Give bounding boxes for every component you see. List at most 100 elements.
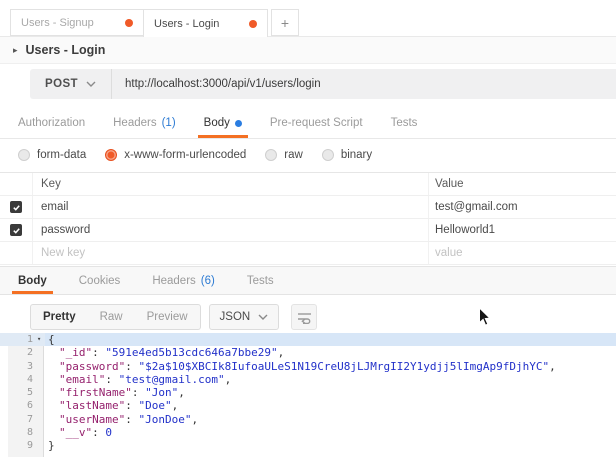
response-tab-headers[interactable]: Headers (6) bbox=[148, 267, 219, 294]
tab-label: Authorization bbox=[18, 117, 85, 129]
line-number: 3 bbox=[8, 360, 37, 373]
tab-label: Body bbox=[18, 275, 47, 287]
collapse-caret-icon[interactable]: ▸ bbox=[13, 45, 18, 56]
response-headers-count-badge: (6) bbox=[201, 275, 215, 287]
param-value-input[interactable]: test@gmail.com bbox=[429, 196, 616, 218]
radio-icon bbox=[322, 149, 334, 161]
method-dropdown[interactable]: POST bbox=[30, 69, 112, 99]
radio-label: x-www-form-urlencoded bbox=[124, 149, 246, 161]
code-line: 3 "password": "$2a$10$XBCIk8IufoaULeS1N1… bbox=[0, 360, 616, 373]
radio-icon bbox=[18, 149, 30, 161]
headers-count-badge: (1) bbox=[162, 117, 176, 129]
tab-tests[interactable]: Tests bbox=[387, 108, 422, 138]
body-filled-indicator-dot bbox=[235, 120, 242, 127]
line-number: 8 bbox=[8, 426, 37, 439]
code-line: 7 "userName": "JonDoe", bbox=[0, 413, 616, 426]
method-label: POST bbox=[45, 78, 78, 90]
row-enabled-checkbox[interactable] bbox=[10, 201, 22, 213]
param-key-input[interactable]: password bbox=[33, 219, 429, 241]
line-number: 7 bbox=[8, 413, 37, 426]
response-subtabs: Body Cookies Headers (6) Tests bbox=[0, 266, 616, 295]
new-value-input[interactable]: value bbox=[429, 242, 616, 264]
radio-raw[interactable]: raw bbox=[265, 149, 303, 161]
tab-label: Headers bbox=[113, 117, 156, 129]
new-tab-button[interactable]: + bbox=[271, 9, 299, 36]
tab-authorization[interactable]: Authorization bbox=[14, 108, 89, 138]
request-tab-users-signup[interactable]: Users - Signup bbox=[10, 9, 143, 36]
code-line: 4 "email": "test@gmail.com", bbox=[0, 373, 616, 386]
tab-body[interactable]: Body bbox=[200, 108, 246, 138]
code-line: 1 ▾ { bbox=[0, 333, 616, 346]
request-url-bar: POST http://localhost:3000/api/v1/users/… bbox=[30, 69, 616, 99]
pretty-button[interactable]: Pretty bbox=[31, 305, 88, 329]
tab-label: Users - Login bbox=[154, 18, 241, 30]
unsaved-indicator-dot bbox=[125, 19, 133, 27]
unsaved-indicator-dot bbox=[249, 20, 257, 28]
request-header-row: ▸ Users - Login bbox=[0, 37, 616, 64]
urlencoded-params-table: Key Value email test@gmail.com password … bbox=[0, 172, 616, 265]
line-number: 9 bbox=[8, 439, 37, 452]
chevron-down-icon bbox=[86, 81, 96, 87]
table-new-row: New key value bbox=[0, 242, 616, 265]
request-subtabs: Authorization Headers (1) Body Pre-reque… bbox=[0, 108, 616, 139]
radio-label: binary bbox=[341, 149, 372, 161]
mouse-cursor bbox=[478, 307, 491, 327]
code-line: 6 "lastName": "Doe", bbox=[0, 399, 616, 412]
key-column-header: Key bbox=[33, 173, 429, 195]
fold-caret-icon[interactable]: ▾ bbox=[37, 333, 46, 346]
radio-x-www-form-urlencoded[interactable]: x-www-form-urlencoded bbox=[105, 149, 246, 161]
new-key-input[interactable]: New key bbox=[33, 242, 429, 264]
response-tab-cookies[interactable]: Cookies bbox=[75, 267, 125, 294]
preview-button[interactable]: Preview bbox=[135, 305, 200, 329]
tab-label: Body bbox=[204, 117, 230, 129]
line-number: 2 bbox=[8, 346, 37, 359]
header-checkbox-cell bbox=[0, 173, 33, 195]
tab-headers[interactable]: Headers (1) bbox=[109, 108, 180, 138]
value-column-header: Value bbox=[429, 173, 616, 195]
raw-button[interactable]: Raw bbox=[88, 305, 135, 329]
tab-pre-request-script[interactable]: Pre-request Script bbox=[266, 108, 367, 138]
response-body-editor[interactable]: 1 ▾ { 2 "_id": "591e4ed5b13cdc646a7bbe29… bbox=[0, 333, 616, 457]
body-type-selector: form-data x-www-form-urlencoded raw bina… bbox=[0, 139, 616, 171]
param-value-input[interactable]: Helloworld1 bbox=[429, 219, 616, 241]
response-tab-tests[interactable]: Tests bbox=[243, 267, 278, 294]
radio-label: form-data bbox=[37, 149, 86, 161]
format-label: JSON bbox=[220, 311, 251, 323]
tab-label: Tests bbox=[391, 117, 418, 129]
check-icon bbox=[12, 226, 21, 235]
line-number: 4 bbox=[8, 373, 37, 386]
radio-selected-icon bbox=[105, 149, 117, 161]
response-tab-body[interactable]: Body bbox=[14, 267, 51, 294]
view-mode-segmented-control: Pretty Raw Preview bbox=[30, 304, 201, 330]
line-number: 5 bbox=[8, 386, 37, 399]
radio-binary[interactable]: binary bbox=[322, 149, 372, 161]
check-icon bbox=[12, 203, 21, 212]
tab-label: Headers bbox=[152, 275, 195, 287]
radio-label: raw bbox=[284, 149, 303, 161]
table-row: password Helloworld1 bbox=[0, 219, 616, 242]
request-title: Users - Login bbox=[26, 43, 106, 57]
radio-icon bbox=[265, 149, 277, 161]
url-input[interactable]: http://localhost:3000/api/v1/users/login bbox=[112, 78, 321, 90]
wrap-text-button[interactable] bbox=[291, 304, 317, 330]
radio-form-data[interactable]: form-data bbox=[18, 149, 86, 161]
code-line: 9 } bbox=[0, 439, 616, 452]
row-enabled-checkbox[interactable] bbox=[10, 224, 22, 236]
table-header-row: Key Value bbox=[0, 173, 616, 196]
chevron-down-icon bbox=[258, 314, 268, 320]
request-tab-users-login[interactable]: Users - Login bbox=[143, 9, 268, 37]
code-line: 2 "_id": "591e4ed5b13cdc646a7bbe29", bbox=[0, 346, 616, 359]
tab-label: Tests bbox=[247, 275, 274, 287]
tab-label: Users - Signup bbox=[21, 17, 117, 29]
wrap-text-icon bbox=[297, 311, 312, 324]
request-tab-strip: Users - Signup Users - Login + bbox=[0, 0, 616, 37]
code-line: 5 "firstName": "Jon", bbox=[0, 386, 616, 399]
tab-label: Cookies bbox=[79, 275, 121, 287]
tab-label: Pre-request Script bbox=[270, 117, 363, 129]
line-number: 6 bbox=[8, 399, 37, 412]
table-row: email test@gmail.com bbox=[0, 196, 616, 219]
param-key-input[interactable]: email bbox=[33, 196, 429, 218]
format-dropdown[interactable]: JSON bbox=[209, 304, 280, 330]
code-line: 8 "__v": 0 bbox=[0, 426, 616, 439]
response-toolbar: Pretty Raw Preview JSON bbox=[30, 304, 317, 330]
